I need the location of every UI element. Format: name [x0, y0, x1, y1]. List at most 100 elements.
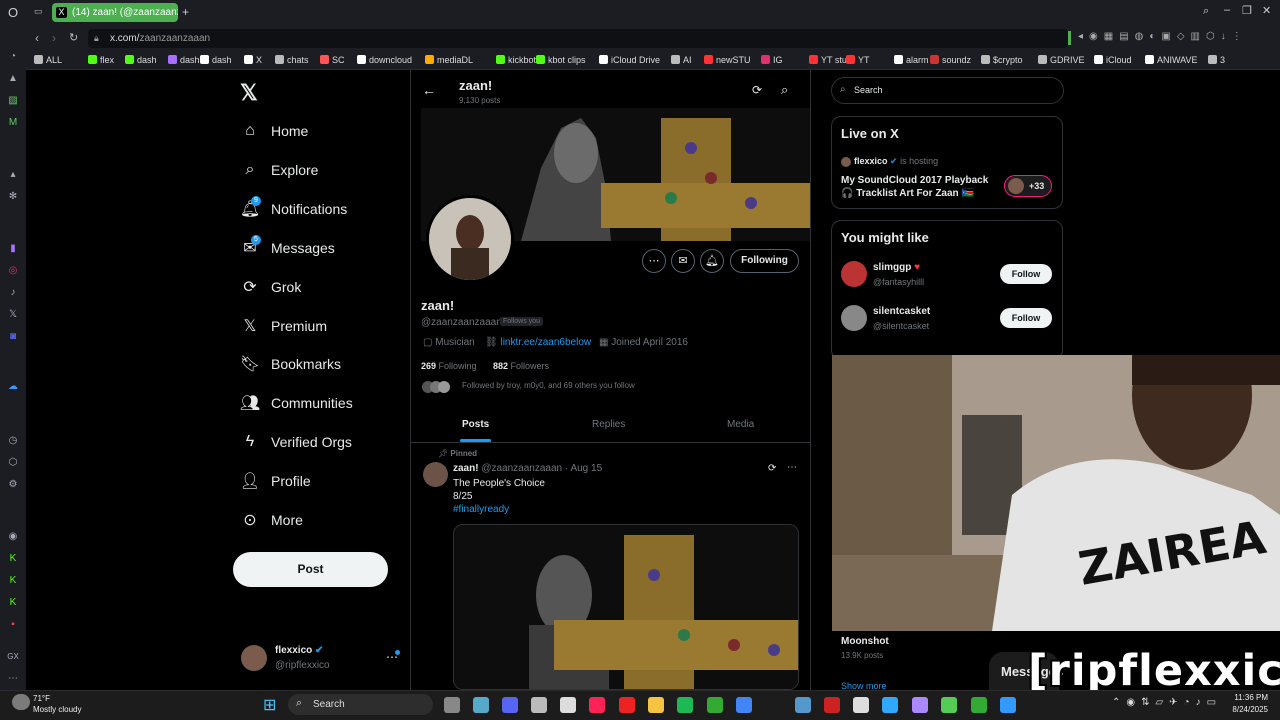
profile-avatar[interactable]	[426, 195, 514, 283]
post-media[interactable]	[453, 524, 799, 690]
bookmark-item[interactable]: ANIWAVE	[1145, 55, 1198, 65]
forward-icon[interactable]: ›	[52, 31, 56, 45]
trend-name[interactable]: Moonshot	[841, 636, 889, 647]
extensions-icon[interactable]: ⬡	[6, 456, 20, 470]
spotify-icon[interactable]	[677, 697, 693, 713]
bookmark-item[interactable]: mediaDL	[425, 55, 473, 65]
kick-icon[interactable]: K	[6, 596, 20, 610]
app-icon[interactable]	[1000, 697, 1016, 713]
close-icon[interactable]: ✕	[1262, 4, 1271, 17]
app-icon[interactable]	[824, 697, 840, 713]
m-app-icon[interactable]: M	[6, 116, 20, 130]
bookmark-item[interactable]: SC	[320, 55, 345, 65]
bookmark-item[interactable]: dash	[168, 55, 200, 65]
tab-menu-icon[interactable]: ▭	[34, 6, 43, 17]
tiktok-icon[interactable]	[589, 697, 605, 713]
clock-date[interactable]: 8/24/2025	[1226, 705, 1268, 714]
bookmark-item[interactable]: YT	[846, 55, 870, 65]
speed-dial-icon[interactable]: ◔	[6, 50, 20, 64]
bookmark-item[interactable]: iCloud	[1094, 55, 1132, 65]
account-avatar[interactable]	[241, 645, 267, 671]
instagram-icon[interactable]: ◎	[6, 264, 20, 278]
app-icon[interactable]	[853, 697, 869, 713]
bookmark-item[interactable]: downcloud	[357, 55, 412, 65]
task-view-icon[interactable]	[444, 697, 460, 713]
x-logo-icon[interactable]: 𝕏	[240, 80, 258, 106]
file-explorer-icon[interactable]	[648, 697, 664, 713]
copilot-icon[interactable]	[473, 697, 489, 713]
bookmark-item[interactable]: GDRIVE	[1038, 55, 1085, 65]
live-text-1[interactable]: My SoundCloud 2017 Playback	[841, 175, 988, 186]
nav-item-communities[interactable]: 👥︎ Communities	[240, 388, 353, 418]
bookmark-item[interactable]: soundz	[930, 55, 971, 65]
nav-item-verified-orgs[interactable]: ϟ Verified Orgs	[240, 427, 352, 457]
twitch-icon[interactable]: ▮	[6, 242, 20, 256]
bookmark-item[interactable]: ALL	[34, 55, 62, 65]
extension-icons[interactable]: ◂◉▦▤◍◐▣◇▥⬡↓⋮	[1078, 31, 1248, 42]
photoshop-icon[interactable]	[882, 697, 898, 713]
suggestion-name[interactable]: slimggp ♥︎	[873, 262, 920, 273]
search-input[interactable]: Search	[831, 77, 1064, 104]
bookmark-item[interactable]: X	[244, 55, 262, 65]
bookmark-item[interactable]: flex	[88, 55, 114, 65]
minimize-icon[interactable]: –	[1224, 4, 1230, 16]
bookmark-item[interactable]: IG	[761, 55, 783, 65]
app-icon[interactable]	[912, 697, 928, 713]
nav-item-premium[interactable]: 𝕏 Premium	[240, 311, 327, 341]
app-icon[interactable]: ◉	[6, 530, 20, 544]
follow-button[interactable]: Follow	[1000, 308, 1052, 328]
suggestion-name[interactable]: silentcasket	[873, 306, 930, 317]
following-count[interactable]: 269 Following	[421, 361, 477, 371]
chrome-icon[interactable]	[736, 697, 752, 713]
xbox-icon[interactable]	[707, 697, 723, 713]
bookmark-item[interactable]: alarm	[894, 55, 929, 65]
gx-icon[interactable]: GX	[6, 650, 20, 664]
windows-start-icon[interactable]: ⊞	[263, 695, 276, 715]
grok-icon[interactable]: ⟳	[768, 463, 776, 474]
back-icon[interactable]: ‹	[35, 31, 39, 45]
discord-icon[interactable]	[502, 697, 518, 713]
follow-button[interactable]: Follow	[1000, 264, 1052, 284]
bookmark-item[interactable]: kickbot	[496, 55, 536, 65]
nav-item-grok[interactable]: ⟳ Grok	[240, 272, 301, 302]
nav-item-profile[interactable]: 👤︎ Profile	[240, 466, 311, 496]
suggestion-avatar[interactable]	[841, 305, 867, 331]
more-options-button[interactable]: ⋯	[642, 249, 666, 273]
suggestion-avatar[interactable]	[841, 261, 867, 287]
followers-count[interactable]: 882 Followers	[493, 361, 549, 371]
app-icon[interactable]	[531, 697, 547, 713]
new-tab-button[interactable]: +	[182, 5, 189, 19]
search-icon[interactable]: ⌕	[1203, 5, 1209, 18]
x-icon[interactable]: 𝕏	[6, 308, 20, 322]
followed-by-text[interactable]: Followed by troy, m0y0, and 69 others yo…	[462, 381, 635, 390]
notify-button[interactable]: 🔔︎	[700, 249, 724, 273]
ai-icon[interactable]: ▲	[6, 72, 20, 86]
bookmark-item[interactable]: chats	[275, 55, 309, 65]
bookmark-item[interactable]: dash	[125, 55, 157, 65]
live-text-2[interactable]: 🎧 Tracklist Art For Zaan 🇸🇸	[841, 188, 974, 199]
nav-item-more[interactable]: ⊙ More	[240, 505, 303, 535]
search-icon[interactable]: ⌕	[781, 82, 788, 98]
reload-icon[interactable]: ↻	[69, 31, 78, 44]
nav-item-bookmarks[interactable]: 🔖︎ Bookmarks	[240, 349, 341, 379]
grok-icon[interactable]: ⟳	[752, 83, 762, 97]
post-avatar[interactable]	[423, 462, 448, 487]
system-tray-icons[interactable]: ⌃◉⇅▱✈◔♪▭	[1112, 697, 1222, 708]
nav-item-home[interactable]: ⌂ Home	[240, 116, 308, 146]
app-icon[interactable]	[941, 697, 957, 713]
cloud-icon[interactable]: ☁	[6, 380, 20, 394]
kick-icon[interactable]: K	[6, 552, 20, 566]
bookmark-item[interactable]: 3	[1208, 55, 1225, 65]
app-icon[interactable]: ▪	[6, 618, 20, 632]
tiktok-icon[interactable]: ♪	[6, 286, 20, 300]
weather-icon[interactable]	[12, 694, 30, 710]
chatgpt-icon[interactable]	[560, 697, 576, 713]
kick-icon[interactable]: K	[6, 574, 20, 588]
back-arrow-icon[interactable]: ←	[422, 82, 436, 98]
nav-item-explore[interactable]: ⌕ Explore	[240, 155, 319, 185]
clock-time[interactable]: 11:36 PM	[1226, 693, 1268, 702]
triangle-app-icon[interactable]: ▴	[6, 168, 20, 182]
following-button[interactable]: Following	[730, 249, 799, 273]
bookmark-item[interactable]: AI	[671, 55, 692, 65]
more-icon[interactable]: ⋯	[6, 672, 20, 686]
